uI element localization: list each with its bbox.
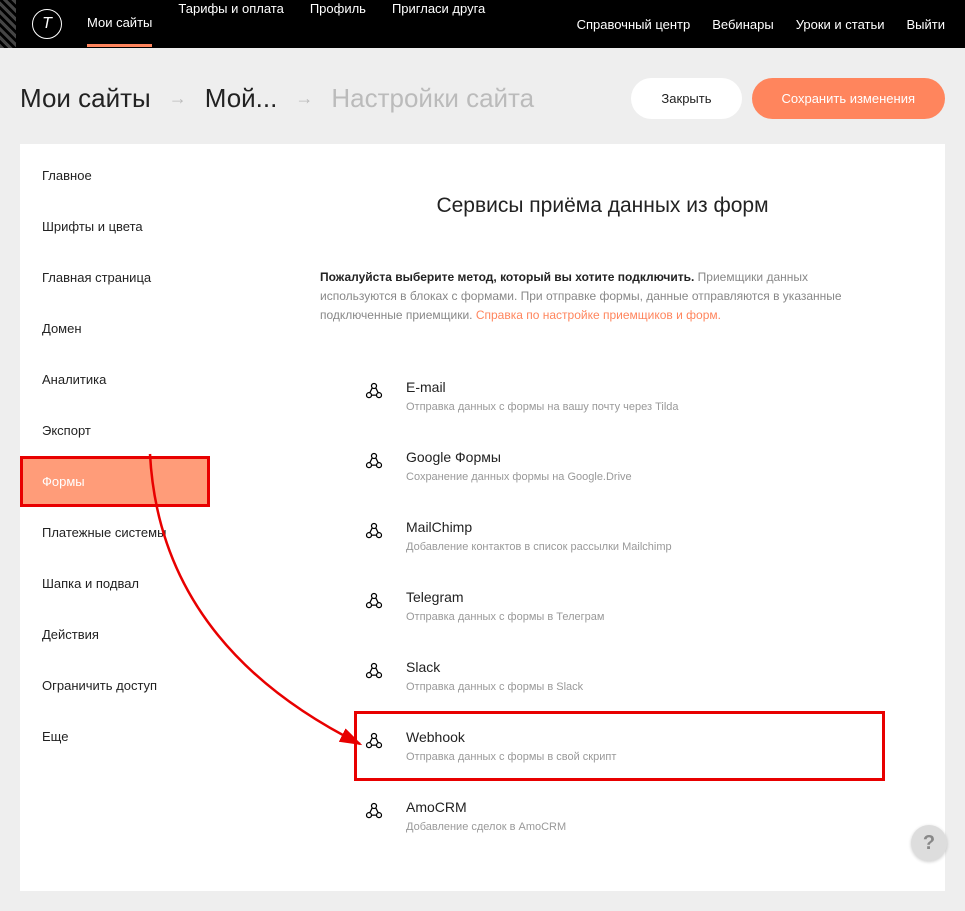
topbar-nav: Мои сайты Тарифы и оплата Профиль Пригласи … [87,1,485,47]
sidebar-item[interactable]: Главное [20,150,210,201]
sidebar-item[interactable]: Экспорт [20,405,210,456]
service-sub: Отправка данных с формы в Телеграм [406,611,875,623]
service-name: Webhook [406,729,875,745]
topbar-right-item[interactable]: Вебинары [712,17,773,32]
share-nodes-icon [364,521,384,541]
share-nodes-icon [364,731,384,751]
sidebar-item[interactable]: Действия [20,609,210,660]
sidebar: ГлавноеШрифты и цветаГлавная страницаДом… [20,144,210,891]
service-text: Webhook Отправка данных с формы в свой ск… [406,729,875,763]
topbar-pattern [0,0,16,48]
service-text: Telegram Отправка данных с формы в Телегр… [406,589,875,623]
sidebar-item[interactable]: Шрифты и цвета [20,201,210,252]
topbar-nav-item[interactable]: Мои сайты [87,1,152,47]
service-item[interactable]: Slack Отправка данных с формы в Slack [354,641,885,711]
service-item[interactable]: Google Формы Сохранение данных формы на G… [354,431,885,501]
service-name: Slack [406,659,875,675]
service-name: Google Формы [406,449,875,465]
share-nodes-icon [364,801,384,821]
service-sub: Отправка данных с формы в свой скрипт [406,751,875,763]
share-nodes-icon [364,451,384,471]
service-name: AmoCRM [406,799,875,815]
topbar-right-item[interactable]: Выйти [907,17,946,32]
service-item[interactable]: MailChimp Добавление контактов в список р… [354,501,885,571]
topbar: T Мои сайты Тарифы и оплата Профиль Приглас… [0,0,965,48]
service-text: AmoCRM Добавление сделок в AmoCRM [406,799,875,833]
service-text: Slack Отправка данных с формы в Slack [406,659,875,693]
topbar-right-item[interactable]: Справочный центр [577,17,691,32]
service-list: E-mail Отправка данных с формы на вашу по… [320,361,885,851]
breadcrumb-current: Настройки сайта [331,83,534,114]
service-name: MailChimp [406,519,875,535]
service-sub: Отправка данных с формы на вашу почту че… [406,401,875,413]
service-text: MailChimp Добавление контактов в список р… [406,519,875,553]
sidebar-item[interactable]: Ограничить доступ [20,660,210,711]
service-sub: Сохранение данных формы на Google.Drive [406,471,875,483]
share-nodes-icon [364,381,384,401]
share-nodes-icon [364,661,384,681]
sidebar-item[interactable]: Платежные системы [20,507,210,558]
topbar-nav-item[interactable]: Тарифы и оплата [178,1,283,47]
breadcrumb-link-sites[interactable]: Мои сайты [20,83,151,114]
sidebar-item[interactable]: Формы [20,456,210,507]
service-item[interactable]: E-mail Отправка данных с формы на вашу по… [354,361,885,431]
breadcrumb-link-site[interactable]: Мой... [205,83,278,114]
header-row: Мои сайты → Мой... → Настройки сайта Зак… [0,48,965,144]
sidebar-item[interactable]: Шапка и подвал [20,558,210,609]
arrow-icon: → [169,88,187,109]
service-sub: Добавление контактов в список рассылки M… [406,541,875,553]
page-title: Сервисы приёма данных из форм [320,194,885,218]
header-buttons: Закрыть Сохранить изменения [631,78,945,119]
logo-icon[interactable]: T [32,9,62,39]
service-text: E-mail Отправка данных с формы на вашу по… [406,379,875,413]
arrow-icon: → [295,88,313,109]
close-button[interactable]: Закрыть [631,78,741,119]
sidebar-item[interactable]: Домен [20,303,210,354]
service-item[interactable]: AmoCRM Добавление сделок в AmoCRM [354,781,885,851]
sidebar-item[interactable]: Еще [20,711,210,762]
service-item[interactable]: Webhook Отправка данных с формы в свой ск… [354,711,885,781]
help-link[interactable]: Справка по настройке приемщиков и форм. [476,308,721,322]
content-description: Пожалуйста выберите метод, который вы хо… [320,268,885,326]
topbar-right-nav: Справочный центр Вебинары Уроки и статьи Вы… [577,17,945,32]
topbar-right-item[interactable]: Уроки и статьи [796,17,885,32]
desc-bold: Пожалуйста выберите метод, который вы хо… [320,270,694,284]
share-nodes-icon [364,591,384,611]
service-text: Google Формы Сохранение данных формы на G… [406,449,875,483]
topbar-nav-item[interactable]: Профиль [310,1,366,47]
service-sub: Отправка данных с формы в Slack [406,681,875,693]
main-panel: ГлавноеШрифты и цветаГлавная страницаДом… [20,144,945,891]
service-sub: Добавление сделок в AmoCRM [406,821,875,833]
service-item[interactable]: Telegram Отправка данных с формы в Телегр… [354,571,885,641]
service-name: E-mail [406,379,875,395]
sidebar-item[interactable]: Главная страница [20,252,210,303]
service-name: Telegram [406,589,875,605]
breadcrumb: Мои сайты → Мой... → Настройки сайта [20,83,534,114]
help-button[interactable]: ? [911,825,947,861]
sidebar-item[interactable]: Аналитика [20,354,210,405]
topbar-nav-item[interactable]: Пригласи друга [392,1,485,47]
save-button[interactable]: Сохранить изменения [752,78,946,119]
content: Сервисы приёма данных из форм Пожалуйста… [210,144,945,891]
